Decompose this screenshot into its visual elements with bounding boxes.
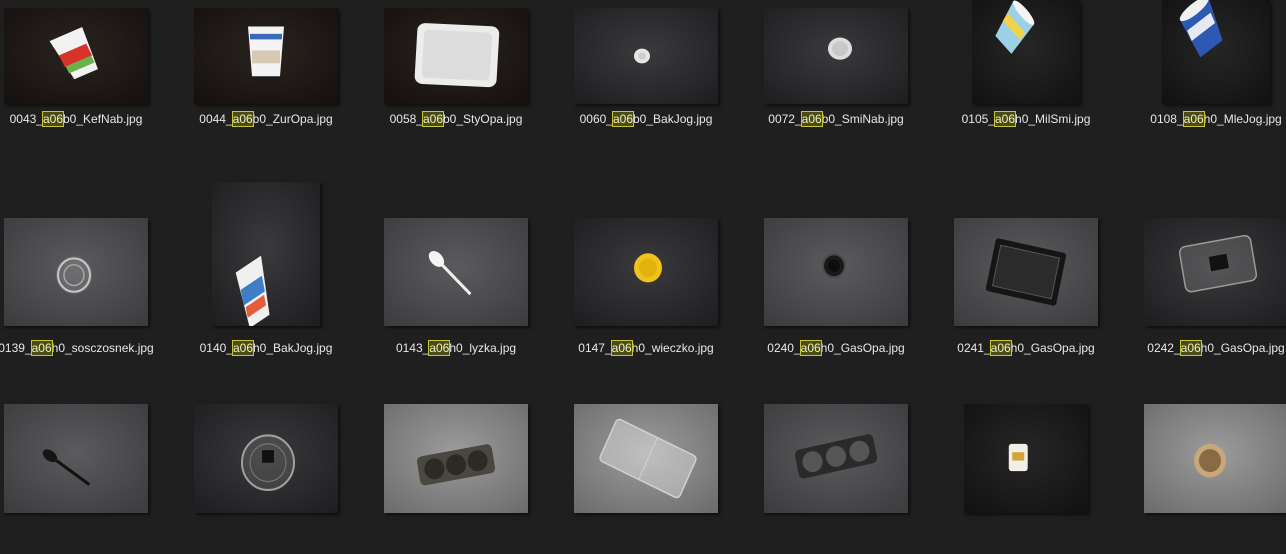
- file-name-suffix: b0_SmiNab.jpg: [821, 112, 904, 126]
- file-name-prefix: 0241_: [957, 341, 991, 355]
- file-name-label: 0147_a06h0_wieczko.jpg: [547, 340, 745, 356]
- search-highlight: a06: [993, 111, 1017, 127]
- file-name-label: 0060_a06b0_BakJog.jpg: [547, 111, 745, 127]
- file-tile[interactable]: 0140_a06h0_BakJog.jpg: [171, 182, 361, 356]
- image-thumbnail[interactable]: [764, 218, 908, 326]
- file-tile[interactable]: 0043_a06b0_KefNab.jpg: [0, 0, 171, 150]
- search-highlight: a06: [989, 340, 1012, 356]
- file-tile[interactable]: 0241_a06h0_GasOpa.jpg: [931, 182, 1121, 356]
- search-highlight: a06: [610, 340, 633, 356]
- file-name-prefix: 0143_: [395, 341, 430, 355]
- search-highlight: a06: [800, 111, 823, 127]
- image-thumbnail[interactable]: [574, 404, 718, 513]
- image-thumbnail[interactable]: [964, 404, 1088, 513]
- file-tile[interactable]: 0044_a06b0_ZurOpa.jpg: [171, 0, 361, 150]
- file-name-suffix: b0_BakJog.jpg: [633, 112, 713, 126]
- file-name-prefix: 0240_: [767, 341, 801, 355]
- image-thumbnail[interactable]: [384, 218, 528, 326]
- image-thumbnail[interactable]: [972, 0, 1080, 104]
- file-name-suffix: h0_wieczko.jpg: [631, 341, 714, 355]
- image-thumbnail[interactable]: [4, 218, 148, 326]
- file-name-label: 0242_a06h0_GasOpa.jpg: [1117, 340, 1286, 356]
- file-tile[interactable]: [741, 404, 931, 554]
- file-name-label: 0105_a06h0_MilSmi.jpg: [927, 111, 1125, 127]
- file-tile[interactable]: [1121, 404, 1286, 554]
- search-highlight: a06: [611, 111, 635, 127]
- file-name-prefix: 0147_: [578, 341, 612, 355]
- image-thumbnail[interactable]: [1144, 404, 1286, 513]
- file-tile[interactable]: [551, 404, 741, 554]
- search-highlight: a06: [231, 340, 255, 356]
- search-highlight: a06: [1182, 111, 1205, 127]
- search-highlight: a06: [41, 111, 65, 127]
- image-thumbnail[interactable]: [1144, 218, 1286, 326]
- file-tile[interactable]: 0147_a06h0_wieczko.jpg: [551, 182, 741, 356]
- file-tile[interactable]: 0139_a06h0_sosczosnek.jpg: [0, 182, 171, 356]
- image-thumbnail[interactable]: [764, 404, 908, 513]
- search-highlight: a06: [799, 340, 822, 356]
- image-thumbnail[interactable]: [212, 182, 320, 326]
- file-name-suffix: h0_MleJog.jpg: [1203, 112, 1282, 126]
- file-name-label: 0143_a06h0_lyzka.jpg: [357, 340, 555, 356]
- image-thumbnail[interactable]: [954, 218, 1098, 326]
- search-highlight: a06: [1179, 340, 1202, 356]
- file-name-label: 0043_a06b0_KefNab.jpg: [0, 111, 175, 127]
- file-name-prefix: 0105_: [961, 112, 995, 126]
- file-tile[interactable]: 0143_a06h0_lyzka.jpg: [361, 182, 551, 356]
- search-highlight: a06: [428, 340, 451, 356]
- file-name-suffix: b0_StyOpa.jpg: [443, 112, 523, 126]
- image-thumbnail[interactable]: [194, 404, 338, 513]
- image-thumbnail[interactable]: [4, 8, 148, 104]
- file-tile[interactable]: [171, 404, 361, 554]
- file-name-prefix: 0108_: [1150, 112, 1184, 126]
- image-thumbnail[interactable]: [194, 8, 338, 104]
- image-thumbnail[interactable]: [4, 404, 148, 513]
- file-tile[interactable]: [361, 404, 551, 554]
- file-name-label: 0240_a06h0_GasOpa.jpg: [737, 340, 935, 356]
- file-name-label: 0139_a06h0_sosczosnek.jpg: [0, 340, 175, 356]
- file-name-label: 0058_a06b0_StyOpa.jpg: [357, 111, 555, 127]
- file-name-suffix: h0_GasOpa.jpg: [1010, 341, 1095, 355]
- file-tile[interactable]: 0105_a06h0_MilSmi.jpg: [931, 0, 1121, 150]
- image-thumbnail[interactable]: [574, 218, 718, 326]
- file-name-prefix: 0242_: [1147, 341, 1181, 355]
- file-tile[interactable]: 0058_a06b0_StyOpa.jpg: [361, 0, 551, 150]
- file-name-prefix: 0044_: [199, 112, 233, 126]
- file-name-suffix: h0_GasOpa.jpg: [820, 341, 905, 355]
- file-name-label: 0072_a06b0_SmiNab.jpg: [737, 111, 935, 127]
- file-name-label: 0140_a06h0_BakJog.jpg: [167, 340, 365, 356]
- search-highlight: a06: [30, 340, 53, 356]
- search-highlight: a06: [421, 111, 445, 127]
- file-name-prefix: 0140_: [199, 341, 233, 355]
- image-thumbnail[interactable]: [764, 8, 908, 104]
- file-name-label: 0044_a06b0_ZurOpa.jpg: [167, 111, 365, 127]
- image-thumbnail[interactable]: [574, 8, 718, 104]
- file-name-prefix: 0139_: [0, 341, 32, 355]
- file-tile[interactable]: 0240_a06h0_GasOpa.jpg: [741, 182, 931, 356]
- file-name-suffix: b0_KefNab.jpg: [63, 112, 143, 126]
- file-name-suffix: b0_ZurOpa.jpg: [252, 112, 333, 126]
- file-name-suffix: h0_lyzka.jpg: [449, 341, 517, 355]
- image-thumbnail[interactable]: [1162, 0, 1270, 104]
- file-tile[interactable]: [931, 404, 1121, 554]
- file-tile[interactable]: 0072_a06b0_SmiNab.jpg: [741, 0, 931, 150]
- file-name-prefix: 0072_: [768, 112, 802, 126]
- file-tile[interactable]: 0242_a06h0_GasOpa.jpg: [1121, 182, 1286, 356]
- file-name-suffix: h0_GasOpa.jpg: [1200, 341, 1285, 355]
- file-name-prefix: 0043_: [9, 112, 43, 126]
- file-name-label: 0108_a06h0_MleJog.jpg: [1117, 111, 1286, 127]
- file-name-prefix: 0058_: [389, 112, 423, 126]
- file-name-suffix: h0_MilSmi.jpg: [1015, 112, 1091, 126]
- file-tile[interactable]: 0060_a06b0_BakJog.jpg: [551, 0, 741, 150]
- image-thumbnail[interactable]: [384, 404, 528, 513]
- file-name-suffix: h0_BakJog.jpg: [253, 341, 333, 355]
- file-name-label: 0241_a06h0_GasOpa.jpg: [927, 340, 1125, 356]
- search-highlight: a06: [231, 111, 254, 127]
- file-tile[interactable]: 0108_a06h0_MleJog.jpg: [1121, 0, 1286, 150]
- file-name-prefix: 0060_: [579, 112, 613, 126]
- image-thumbnail[interactable]: [384, 8, 528, 104]
- file-tile[interactable]: [0, 404, 171, 554]
- file-name-suffix: h0_sosczosnek.jpg: [51, 341, 154, 355]
